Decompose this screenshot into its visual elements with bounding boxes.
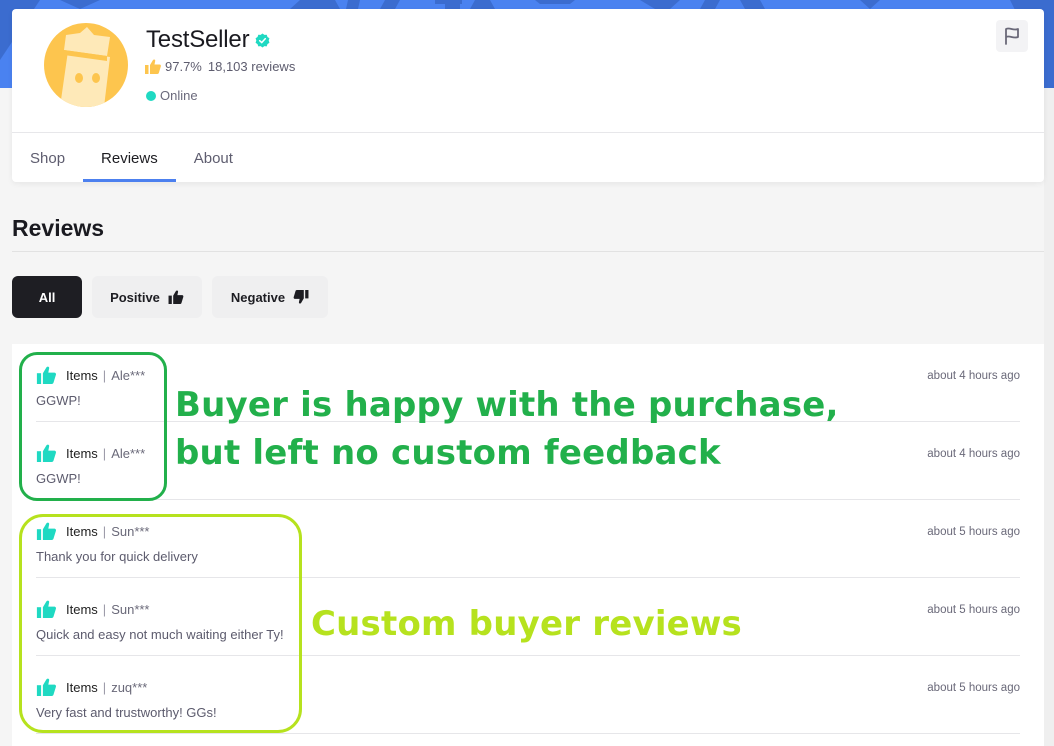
- thumbs-down-icon: [293, 290, 309, 304]
- thumbs-up-icon: [36, 366, 57, 384]
- thumbs-up-icon: [36, 522, 57, 540]
- review-item: Items | Ale*** GGWP! about 4 hours ago: [36, 344, 1020, 422]
- online-status-label: Online: [160, 88, 198, 103]
- review-user: Ale***: [111, 445, 146, 461]
- review-category: Items: [66, 679, 98, 695]
- review-time: about 4 hours ago: [927, 370, 1020, 382]
- review-time: about 5 hours ago: [927, 682, 1020, 694]
- review-header: Items | Ale***: [36, 366, 145, 384]
- review-text: GGWP!: [36, 471, 81, 486]
- filter-positive-button[interactable]: Positive: [92, 276, 202, 318]
- review-category: Items: [66, 601, 98, 617]
- filter-all-label: All: [38, 289, 56, 305]
- filter-all-button[interactable]: All: [12, 276, 82, 318]
- review-separator: |: [102, 523, 107, 539]
- page-edge-strip: [1044, 88, 1054, 746]
- review-item: Items | Ale*** GGWP! about 4 hours ago: [36, 422, 1020, 500]
- review-user: zuq***: [111, 679, 148, 695]
- filter-positive-label: Positive: [110, 289, 160, 305]
- tab-reviews[interactable]: Reviews: [83, 133, 176, 182]
- thumbs-up-icon: [168, 290, 184, 304]
- tab-about[interactable]: About: [176, 133, 251, 182]
- avatar-illustration: [60, 27, 110, 107]
- review-header: Items | Ale***: [36, 444, 145, 462]
- thumbs-up-icon: [145, 59, 161, 74]
- review-category: Items: [66, 367, 98, 383]
- tab-shop[interactable]: Shop: [12, 133, 83, 182]
- review-header: Items | zuq***: [36, 678, 147, 696]
- review-item: Items | zuq*** Very fast and trustworthy…: [36, 656, 1020, 734]
- review-user: Sun***: [111, 523, 150, 539]
- seller-name: TestSeller: [146, 26, 250, 53]
- seller-tabs: Shop Reviews About: [12, 133, 251, 182]
- report-seller-button[interactable]: [996, 20, 1028, 52]
- review-text: Very fast and trustworthy! GGs!: [36, 705, 217, 720]
- filter-negative-label: Negative: [230, 289, 286, 305]
- seller-rating: 97.7% 18,103 reviews: [145, 59, 295, 74]
- review-header: Items | Sun***: [36, 600, 150, 618]
- filter-negative-button[interactable]: Negative: [212, 276, 328, 318]
- review-count: 18,103 reviews: [207, 59, 296, 74]
- review-text: GGWP!: [36, 393, 81, 408]
- seller-avatar: [44, 23, 128, 107]
- review-category: Items: [66, 445, 98, 461]
- review-item: Items | Sun*** Thank you for quick deliv…: [36, 500, 1020, 578]
- review-item: Items | Sun*** Quick and easy not much w…: [36, 578, 1020, 656]
- review-category: Items: [66, 523, 98, 539]
- online-dot-icon: [146, 90, 156, 101]
- review-list: Items | Ale*** GGWP! about 4 hours ago I…: [12, 344, 1044, 746]
- review-user: Sun***: [111, 601, 150, 617]
- review-separator: |: [102, 601, 107, 617]
- review-separator: |: [102, 679, 107, 695]
- reviews-divider: [12, 251, 1044, 252]
- review-time: about 4 hours ago: [927, 448, 1020, 460]
- seller-name-row: TestSeller: [146, 26, 270, 54]
- review-separator: |: [102, 367, 107, 383]
- review-filters: All Positive Negative: [12, 276, 328, 318]
- review-time: about 5 hours ago: [927, 526, 1020, 538]
- flag-icon: [1005, 27, 1019, 45]
- review-header: Items | Sun***: [36, 522, 150, 540]
- thumbs-up-icon: [36, 678, 57, 696]
- reviews-heading: Reviews: [12, 215, 105, 241]
- review-user: Ale***: [111, 367, 146, 383]
- thumbs-up-icon: [36, 444, 57, 462]
- online-status: Online: [146, 88, 198, 103]
- review-text: Quick and easy not much waiting either T…: [36, 627, 284, 642]
- verified-check-icon: [255, 32, 270, 48]
- review-separator: |: [102, 445, 107, 461]
- seller-profile-card: TestSeller 97.7% 18,103 reviews Online S…: [12, 9, 1044, 182]
- thumbs-up-icon: [36, 600, 57, 618]
- rating-percent: 97.7%: [165, 59, 202, 74]
- review-text: Thank you for quick delivery: [36, 549, 198, 564]
- review-time: about 5 hours ago: [927, 604, 1020, 616]
